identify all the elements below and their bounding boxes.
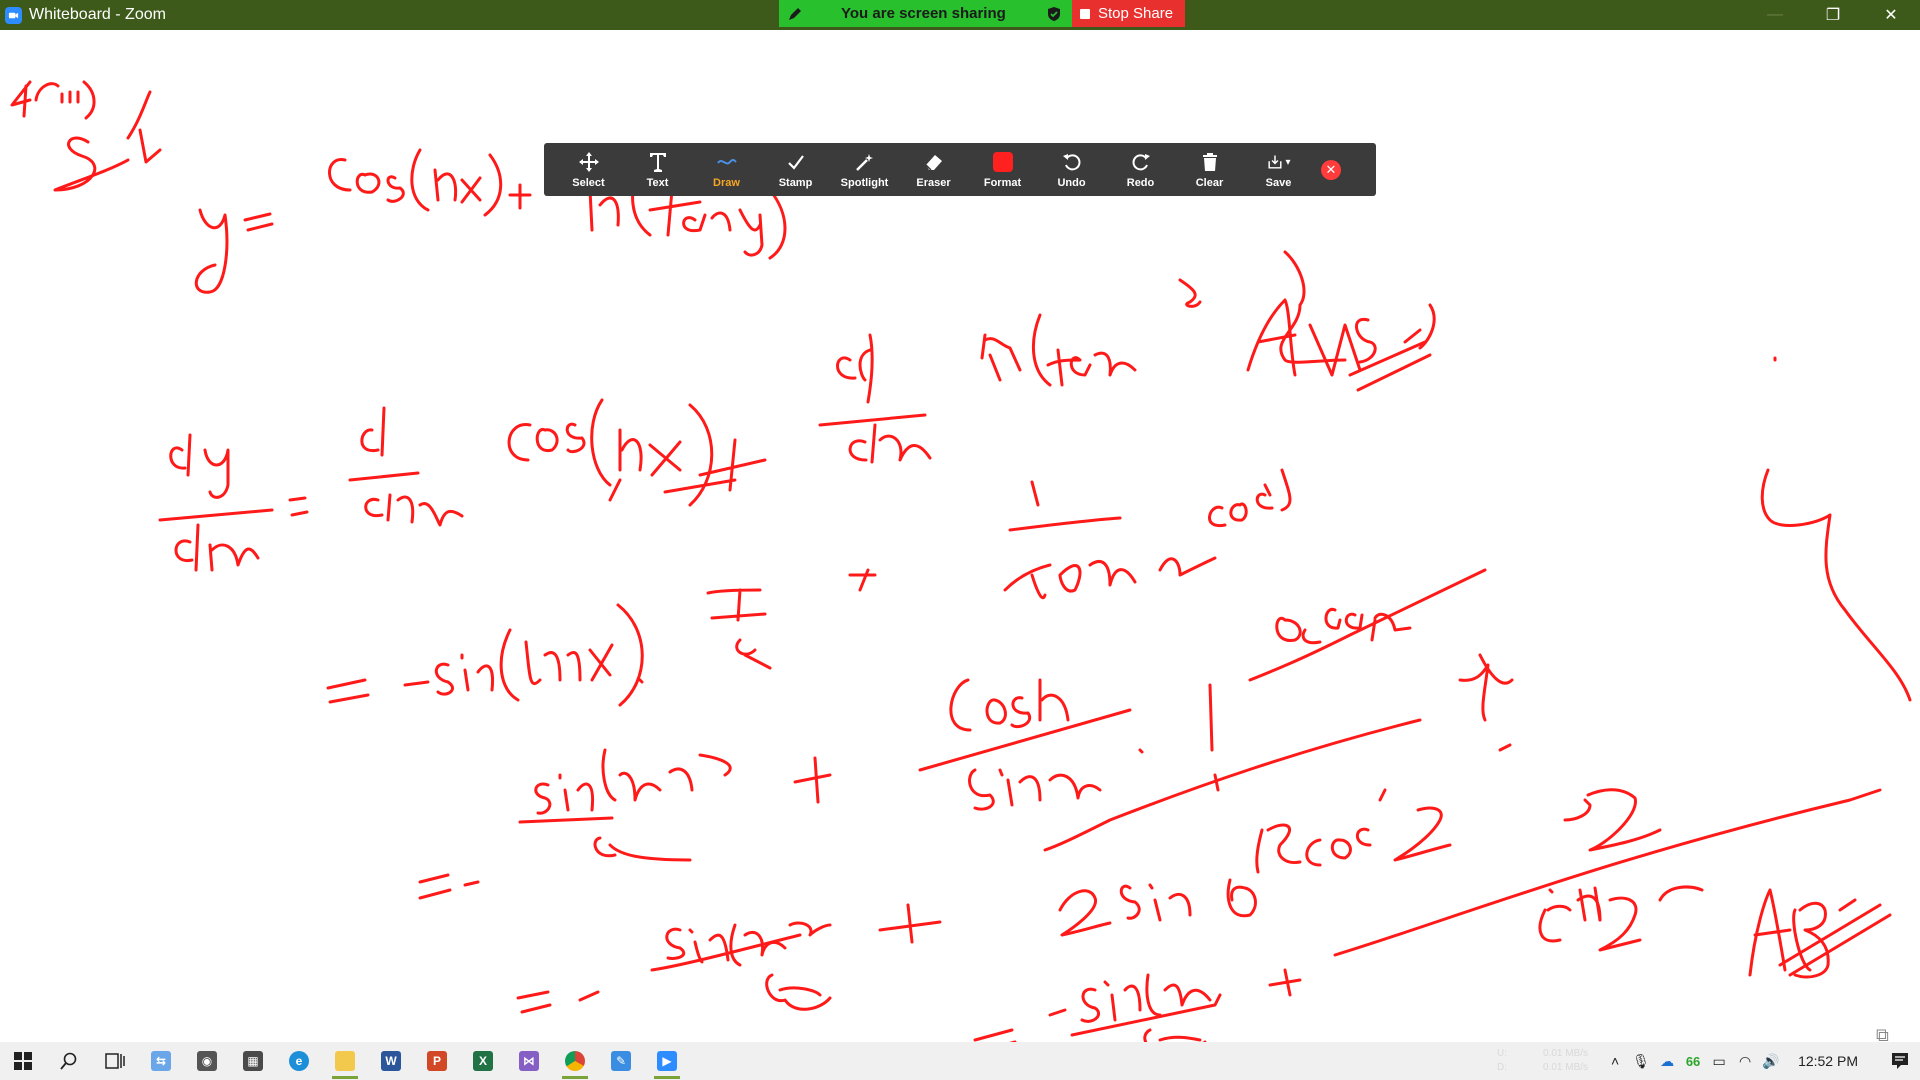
taskbar-app-whiteboard[interactable]: ✎ (598, 1042, 644, 1080)
zoom-icon: ▶ (657, 1051, 677, 1071)
select-tool[interactable]: Select (554, 143, 623, 196)
squiggle-line-icon (715, 150, 739, 174)
chrome-icon (565, 1051, 585, 1071)
taskbar-clock[interactable]: 12:52 PM (1798, 1053, 1858, 1069)
text-t-icon (646, 150, 670, 174)
upload-speed: 0.01 MB/s (1543, 1048, 1589, 1059)
close-toolbar-button[interactable]: ✕ (1321, 159, 1341, 180)
volume-icon[interactable]: 🔊 (1758, 1042, 1784, 1080)
taskbar-app-edge[interactable]: e (276, 1042, 322, 1080)
task-view-button[interactable] (92, 1042, 138, 1080)
taskbar-app-visual-studio[interactable]: ⋈ (506, 1042, 552, 1080)
microphone-icon[interactable]: 🎙 (1628, 1042, 1654, 1080)
spotlight-tool[interactable]: Spotlight (830, 143, 899, 196)
spotlight-tool-label: Spotlight (840, 177, 889, 189)
redo-arrow-icon (1129, 150, 1153, 174)
battery-icon[interactable]: ▭ (1706, 1042, 1732, 1080)
format-tool-label: Format (983, 177, 1022, 189)
notification-icon (1892, 1053, 1908, 1069)
move-arrows-icon (577, 150, 601, 174)
taskbar-app-tile[interactable]: ⇆ (138, 1042, 184, 1080)
wifi-icon[interactable]: ◠ (1732, 1042, 1758, 1080)
network-speed-monitor: U: D: 0.01 MB/s 0.01 MB/s (1497, 1047, 1588, 1075)
start-button[interactable] (0, 1042, 46, 1080)
show-hidden-icons-chevron-icon[interactable]: ˄ (1602, 1042, 1628, 1080)
restore-button[interactable]: ❐ (1804, 0, 1862, 30)
zoom-app-icon (5, 6, 22, 24)
taskbar-app-excel[interactable]: X (460, 1042, 506, 1080)
folder-sync-icon: ⇆ (151, 1051, 171, 1071)
undo-tool[interactable]: Undo (1037, 143, 1106, 196)
screen-share-banner: You are screen sharing Stop Share (779, 0, 1185, 27)
system-tray: U: D: 0.01 MB/s 0.01 MB/s ˄ 🎙 ☁ 66 ▭ ◠ 🔊… (1497, 1042, 1920, 1080)
powerpoint-icon: P (427, 1051, 447, 1071)
save-tool[interactable]: ▾ Save (1244, 143, 1313, 196)
taskbar-app-camera[interactable]: ◉ (184, 1042, 230, 1080)
text-tool-label: Text (646, 177, 669, 189)
annotation-toolbar: Select Text Draw Stamp Spotlight Eraser … (544, 143, 1376, 196)
undo-arrow-icon (1060, 150, 1084, 174)
eraser-tool[interactable]: Eraser (899, 143, 968, 196)
windows-taskbar: ⇆ ◉ ▦ e W P X ⋈ ✎ ▶ U: D: 0.01 MB/s 0.01… (0, 1042, 1920, 1080)
download-label: D: (1497, 1062, 1508, 1073)
stop-square-icon (1080, 8, 1090, 19)
draw-tool-label: Draw (713, 177, 740, 189)
eraser-icon (922, 150, 946, 174)
edge-browser-icon: e (289, 1051, 309, 1071)
checkmark-icon (784, 150, 808, 174)
word-icon: W (381, 1051, 401, 1071)
annotate-pen-icon[interactable] (787, 6, 803, 22)
notification-center-button[interactable] (1880, 1042, 1920, 1080)
taskbar-app-zoom[interactable]: ▶ (644, 1042, 690, 1080)
undo-tool-label: Undo (1057, 177, 1086, 189)
whiteboard-app-icon: ✎ (611, 1051, 631, 1071)
security-shield-icon[interactable] (1046, 6, 1062, 22)
visual-studio-icon: ⋈ (519, 1051, 539, 1071)
stop-share-label: Stop Share (1098, 5, 1174, 22)
taskbar-app-chrome[interactable] (552, 1042, 598, 1080)
taskbar-app-powerpoint[interactable]: P (414, 1042, 460, 1080)
battery-percent[interactable]: 66 (1680, 1042, 1706, 1080)
stop-share-button[interactable]: Stop Share (1072, 0, 1185, 27)
window-controls: — ❐ ✕ (1746, 0, 1920, 30)
save-tool-label: Save (1265, 177, 1292, 189)
share-status-label: You are screen sharing (841, 5, 1006, 22)
magic-wand-icon (853, 150, 877, 174)
clear-tool[interactable]: Clear (1175, 143, 1244, 196)
taskbar-app-word[interactable]: W (368, 1042, 414, 1080)
windows-logo-icon (14, 1052, 32, 1070)
window-title: Whiteboard - Zoom (29, 6, 166, 23)
task-view-icon (105, 1053, 125, 1069)
minimize-button[interactable]: — (1746, 0, 1804, 30)
select-tool-label: Select (572, 177, 605, 189)
redo-tool[interactable]: Redo (1106, 143, 1175, 196)
eraser-tool-label: Eraser (916, 177, 951, 189)
download-speed: 0.01 MB/s (1543, 1062, 1589, 1073)
whiteboard-canvas[interactable]: Select Text Draw Stamp Spotlight Eraser … (0, 30, 1920, 1045)
excel-icon: X (473, 1051, 493, 1071)
taskbar-app-calculator[interactable]: ▦ (230, 1042, 276, 1080)
onedrive-cloud-icon[interactable]: ☁ (1654, 1042, 1680, 1080)
stamp-tool-label: Stamp (778, 177, 813, 189)
close-window-button[interactable]: ✕ (1862, 0, 1920, 30)
color-swatch-icon (991, 150, 1015, 174)
calculator-icon: ▦ (243, 1051, 263, 1071)
share-status[interactable]: You are screen sharing (779, 0, 1072, 27)
search-icon (60, 1052, 77, 1070)
draw-tool[interactable]: Draw (692, 143, 761, 196)
taskbar-app-file-explorer[interactable] (322, 1042, 368, 1080)
clear-tool-label: Clear (1195, 177, 1224, 189)
stamp-tool[interactable]: Stamp (761, 143, 830, 196)
format-tool[interactable]: Format (968, 143, 1037, 196)
camera-icon: ◉ (197, 1051, 217, 1071)
trash-icon (1198, 150, 1222, 174)
search-button[interactable] (46, 1042, 92, 1080)
folder-icon (335, 1051, 355, 1071)
download-icon: ▾ (1267, 150, 1291, 174)
upload-label: U: (1497, 1048, 1508, 1059)
redo-tool-label: Redo (1126, 177, 1155, 189)
text-tool[interactable]: Text (623, 143, 692, 196)
